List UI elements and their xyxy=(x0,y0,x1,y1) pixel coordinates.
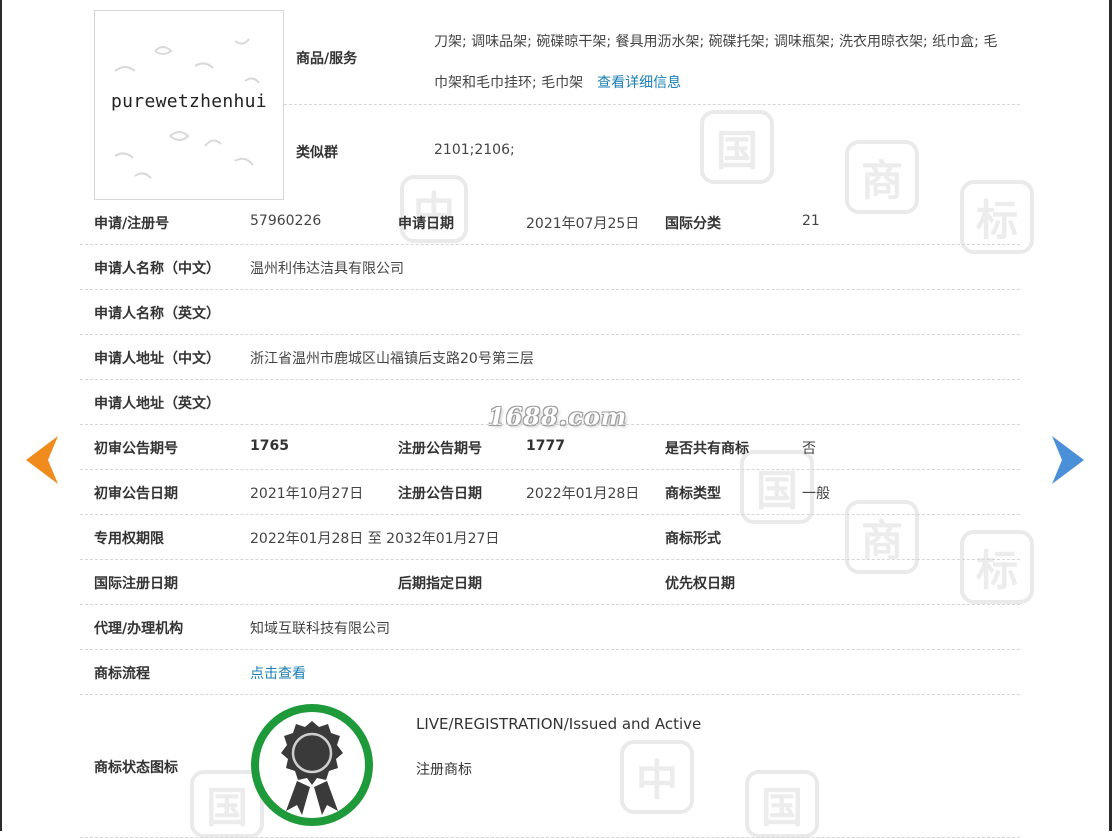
prelim-date-label: 初审公告日期 xyxy=(94,486,178,502)
info-row: 国际注册日期 后期指定日期 优先权日期 xyxy=(80,560,1020,605)
intl-class-label: 国际分类 xyxy=(665,216,721,232)
status-text-cn: 注册商标 xyxy=(416,762,472,778)
next-arrow-button[interactable] xyxy=(1048,432,1088,488)
agent-label: 代理/办理机构 xyxy=(94,621,184,637)
info-row: 初审公告日期 2021年10月27日 注册公告日期 2022年01月28日 商标… xyxy=(80,470,1020,515)
prelim-no-value: 1765 xyxy=(250,438,289,454)
prev-arrow-button[interactable] xyxy=(22,432,62,488)
info-row: 专用权期限 2022年01月28日 至 2032年01月27日 商标形式 xyxy=(80,515,1020,560)
prelim-date-value: 2021年10月27日 xyxy=(250,486,364,502)
exclusive-value: 2022年01月28日 至 2032年01月27日 xyxy=(250,531,500,547)
app-date-value: 2021年07月25日 xyxy=(526,216,640,232)
trademark-image-text: purewetzhenhui xyxy=(111,91,267,112)
reg-pub-date-label: 注册公告日期 xyxy=(398,486,482,502)
status-text-en: LIVE/REGISTRATION/Issued and Active xyxy=(416,715,702,733)
shared-label: 是否共有商标 xyxy=(665,441,749,457)
registered-seal-badge-icon xyxy=(251,704,373,826)
goods-services-row: 商品/服务 刀架; 调味品架; 碗碟晾干架; 餐具用沥水架; 碗碟托架; 调味瓶… xyxy=(284,10,1020,105)
flow-label: 商标流程 xyxy=(94,666,150,682)
status-icon-label: 商标状态图标 xyxy=(94,760,178,776)
reg-pub-date-value: 2022年01月28日 xyxy=(526,486,640,502)
similar-group-row: 类似群 2101;2106; xyxy=(284,106,1020,198)
app-date-label: 申请日期 xyxy=(398,216,454,232)
trademark-detail-panel: purewetzhenhui 商品/服务 刀架; 调味品架; 碗碟晾干架; 餐具… xyxy=(80,0,1020,838)
view-details-link[interactable]: 查看详细信息 xyxy=(597,75,681,91)
reg-no-label: 申请/注册号 xyxy=(94,216,170,232)
prelim-no-label: 初审公告期号 xyxy=(94,441,178,457)
trademark-image: purewetzhenhui xyxy=(94,10,284,200)
priority-date-label: 优先权日期 xyxy=(665,576,735,592)
applicant-en-label: 申请人名称（英文） xyxy=(94,306,220,322)
mark-type-label: 商标类型 xyxy=(665,486,721,502)
mark-type-value: 一般 xyxy=(802,486,830,502)
info-row: 代理/办理机构 知域互联科技有限公司 xyxy=(80,605,1020,650)
mark-form-label: 商标形式 xyxy=(665,531,721,547)
shared-value: 否 xyxy=(802,441,816,457)
exclusive-label: 专用权期限 xyxy=(94,531,164,547)
similar-group-label: 类似群 xyxy=(296,145,338,161)
goods-services-list: 刀架; 调味品架; 碗碟晾干架; 餐具用沥水架; 碗碟托架; 调味瓶架; 洗衣用… xyxy=(434,22,1010,104)
chevron-left-arrow-icon xyxy=(26,436,58,484)
info-row: 申请人地址（英文） xyxy=(80,380,1020,425)
info-row: 初审公告期号 1765 注册公告期号 1777 是否共有商标 否 xyxy=(80,425,1020,470)
address-en-label: 申请人地址（英文） xyxy=(94,396,220,412)
goods-services-label: 商品/服务 xyxy=(296,51,358,67)
info-row: 商标流程 点击查看 xyxy=(80,650,1020,695)
left-frame-edge xyxy=(0,0,2,831)
reg-pub-no-value: 1777 xyxy=(526,438,565,454)
intl-class-value: 21 xyxy=(802,213,820,229)
applicant-cn-label: 申请人名称（中文） xyxy=(94,261,220,277)
info-row: 申请人名称（英文） xyxy=(80,290,1020,335)
address-cn-label: 申请人地址（中文） xyxy=(94,351,220,367)
reg-no-value: 57960226 xyxy=(250,213,322,229)
info-row: 申请人名称（中文） 温州利伟达洁具有限公司 xyxy=(80,245,1020,290)
agent-value: 知域互联科技有限公司 xyxy=(250,621,390,637)
reg-pub-no-label: 注册公告期号 xyxy=(398,441,482,457)
intl-reg-date-label: 国际注册日期 xyxy=(94,576,178,592)
flow-view-link[interactable]: 点击查看 xyxy=(250,663,306,683)
goods-services-text: 刀架; 调味品架; 碗碟晾干架; 餐具用沥水架; 碗碟托架; 调味瓶架; 洗衣用… xyxy=(434,34,998,91)
applicant-cn-value: 温州利伟达洁具有限公司 xyxy=(250,261,404,277)
info-row: 申请/注册号 57960226 申请日期 2021年07月25日 国际分类 21 xyxy=(80,200,1020,245)
similar-group-value: 2101;2106; xyxy=(434,142,515,158)
later-date-label: 后期指定日期 xyxy=(398,576,482,592)
info-row: 申请人地址（中文） 浙江省温州市鹿城区山福镇后支路20号第三层 xyxy=(80,335,1020,380)
trademark-info-table: 申请/注册号 57960226 申请日期 2021年07月25日 国际分类 21… xyxy=(80,200,1020,838)
address-cn-value: 浙江省温州市鹿城区山福镇后支路20号第三层 xyxy=(250,351,534,367)
chevron-right-arrow-icon xyxy=(1052,436,1084,484)
status-row: 商标状态图标 LIVE/REGISTRATION/Issued and Acti… xyxy=(80,695,1020,838)
